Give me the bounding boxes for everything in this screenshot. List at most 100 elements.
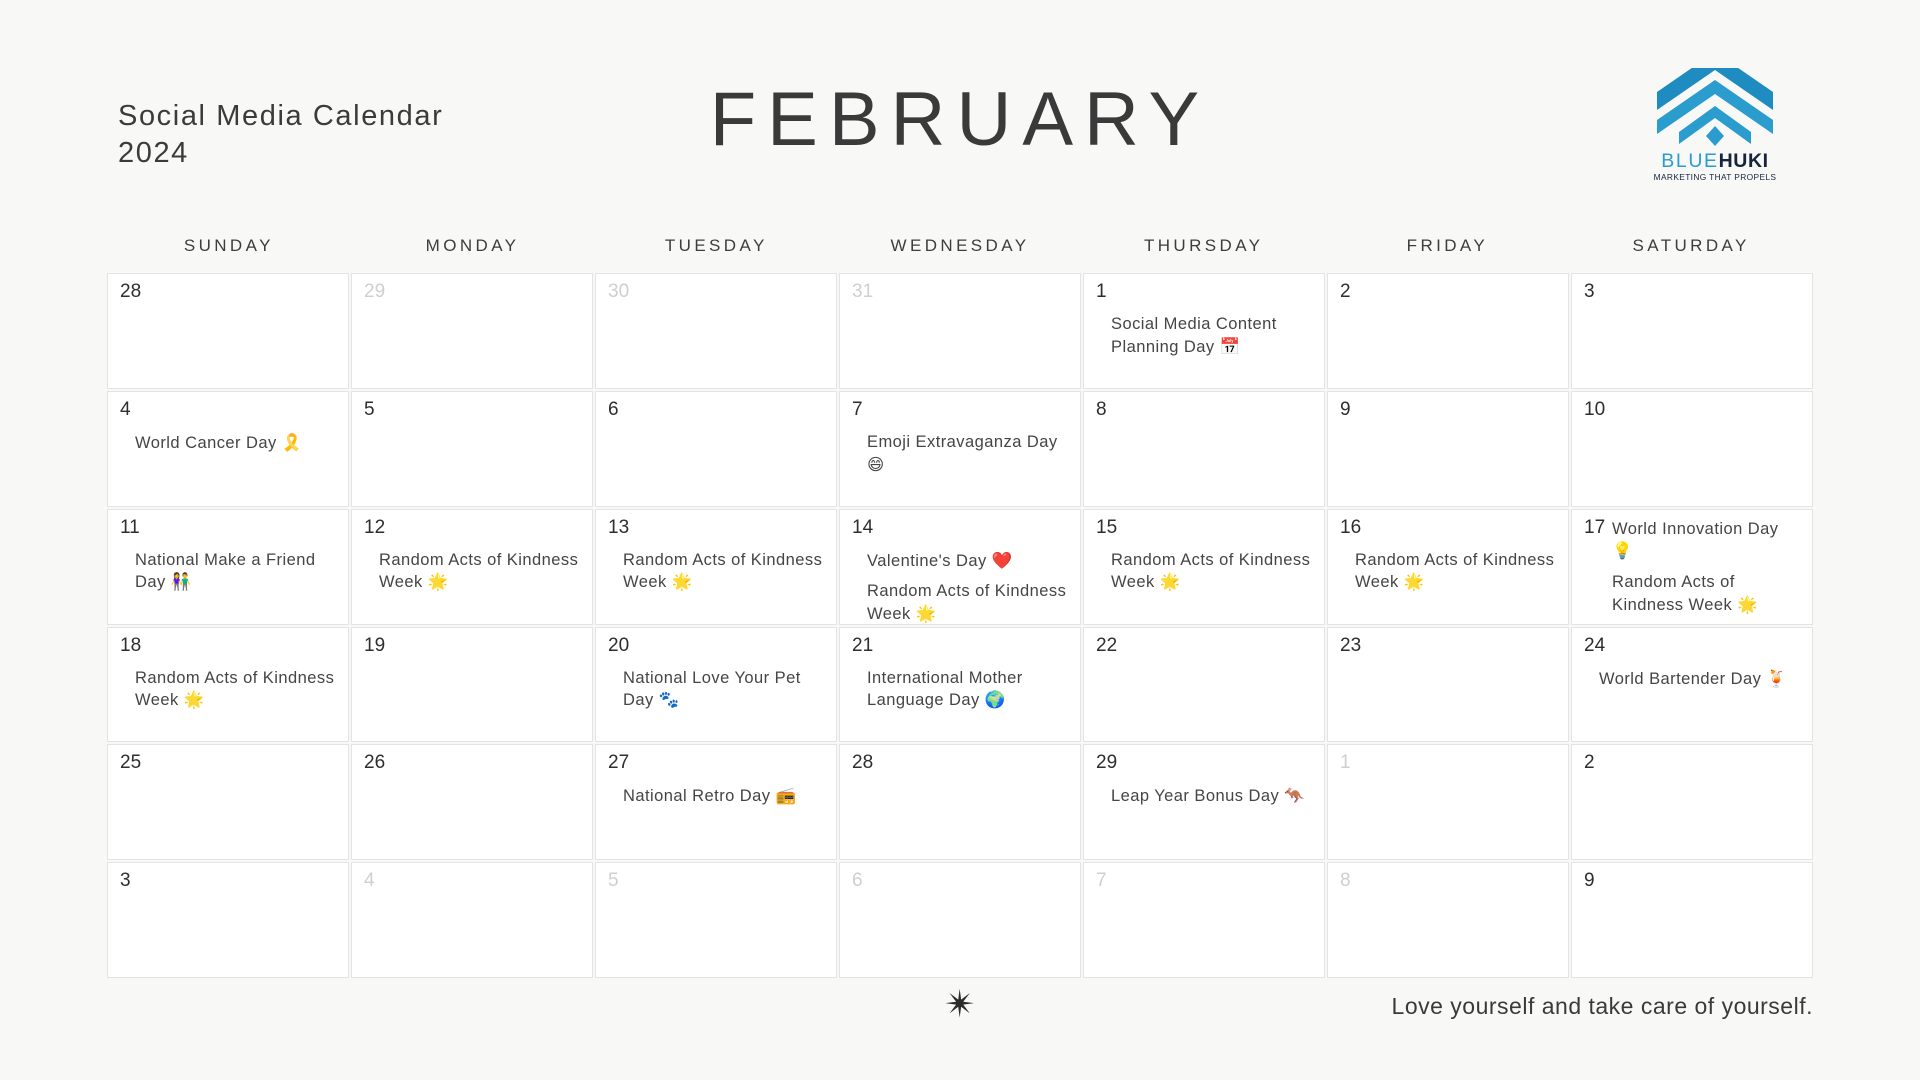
day-number: 8 (1340, 870, 1351, 892)
event-item[interactable]: Random Acts of Kindness Week 🌟 (379, 550, 582, 595)
day-cell[interactable]: 26 (351, 744, 593, 861)
bluehuki-logo: BLUEHUKI MARKETING THAT PROPELS (1640, 68, 1790, 188)
event-item[interactable]: World Innovation Day 💡 (1612, 519, 1802, 564)
day-cell[interactable]: 9 (1327, 390, 1569, 507)
day-cell[interactable]: 4 World Cancer Day 🎗️ (107, 390, 349, 507)
event-label: Emoji Extravaganza Day (867, 432, 1058, 451)
kangaroo-emoji: 🦘 (1284, 786, 1306, 806)
chevron-logo-icon (1657, 68, 1773, 146)
day-cell[interactable]: 8 (1327, 862, 1569, 978)
event-item[interactable]: World Bartender Day 🍹 (1599, 668, 1802, 691)
event-item[interactable]: National Retro Day 📻 (623, 785, 826, 808)
day-cell[interactable]: 18 Random Acts of Kindness Week 🌟 (107, 626, 349, 743)
event-item[interactable]: International Mother Language Day 🌍 (867, 668, 1070, 713)
day-cell[interactable]: 3 (107, 862, 349, 978)
day-cell[interactable]: 28 (107, 273, 349, 389)
day-cell[interactable]: 6 (839, 862, 1081, 978)
day-number: 2 (1340, 281, 1351, 302)
event-item[interactable]: Random Acts of Kindness Week 🌟 (623, 550, 826, 595)
day-cell[interactable]: 23 (1327, 626, 1569, 743)
day-events: National Love Your Pet Day 🐾 (623, 668, 826, 713)
day-cell[interactable]: 29 (351, 273, 593, 389)
day-number: 2 (1584, 752, 1595, 774)
day-cell[interactable]: 10 (1571, 390, 1813, 507)
day-cell[interactable]: 2 (1327, 273, 1569, 389)
day-cell[interactable]: 5 (595, 862, 837, 978)
red-heart-emoji: ❤️ (991, 550, 1013, 570)
day-number: 9 (1584, 870, 1595, 892)
event-item[interactable]: Leap Year Bonus Day 🦘 (1111, 785, 1314, 808)
event-label: Random Acts of Kindness Week (1111, 550, 1311, 592)
day-cell[interactable]: 31 (839, 273, 1081, 389)
day-cell[interactable]: 7 Emoji Extravaganza Day 😄 (839, 390, 1081, 507)
tropical-drink-emoji: 🍹 (1766, 668, 1788, 688)
day-cell[interactable]: 13 Random Acts of Kindness Week 🌟 (595, 508, 837, 625)
day-cell[interactable]: 21 International Mother Language Day 🌍 (839, 626, 1081, 743)
weekday-label-tuesday: TUESDAY (664, 236, 768, 255)
event-label: World Bartender Day (1599, 669, 1762, 688)
day-events: National Retro Day 📻 (623, 785, 826, 808)
event-item[interactable]: Random Acts of Kindness Week 🌟 (1355, 550, 1558, 595)
day-cell[interactable]: 22 (1083, 626, 1325, 743)
event-item[interactable]: World Cancer Day 🎗️ (135, 432, 338, 455)
day-cell[interactable]: 19 (351, 626, 593, 743)
event-item[interactable]: Random Acts of Kindness Week 🌟 (1111, 550, 1314, 595)
day-number: 17 (1584, 516, 1606, 538)
day-cell[interactable]: 24 World Bartender Day 🍹 (1571, 626, 1813, 743)
day-events: Random Acts of Kindness Week 🌟 (623, 550, 826, 595)
event-label: Leap Year Bonus Day (1111, 787, 1280, 806)
day-cell[interactable]: 3 (1571, 273, 1813, 389)
weekday-label-thursday: THURSDAY (1143, 236, 1264, 255)
day-cell[interactable]: 11 National Make a Friend Day 👫 (107, 508, 349, 625)
radio-emoji: 📻 (775, 786, 797, 806)
day-cell[interactable]: 7 (1083, 862, 1325, 978)
day-number: 28 (852, 752, 874, 774)
event-item[interactable]: National Love Your Pet Day 🐾 (623, 668, 826, 713)
event-label: World Cancer Day (135, 433, 277, 452)
day-number: 21 (852, 634, 874, 656)
event-label: National Love Your Pet Day (623, 668, 801, 710)
day-cell[interactable]: 1 Social Media Content Planning Day 📅 (1083, 273, 1325, 389)
day-cell[interactable]: 2 (1571, 744, 1813, 861)
day-cell[interactable]: 12 Random Acts of Kindness Week 🌟 (351, 508, 593, 625)
month-title: FEBRUARY (709, 77, 1211, 162)
day-cell[interactable]: 27 National Retro Day 📻 (595, 744, 837, 861)
day-cell[interactable]: 20 National Love Your Pet Day 🐾 (595, 626, 837, 743)
day-events: Social Media Content Planning Day 📅 (1111, 314, 1314, 359)
day-cell[interactable]: 17 World Innovation Day 💡 Random Acts of K… (1571, 508, 1813, 625)
day-number: 1 (1096, 281, 1107, 302)
day-number: 5 (364, 398, 375, 420)
day-number: 18 (120, 634, 142, 656)
day-number: 9 (1340, 398, 1351, 420)
event-item[interactable]: Random Acts of Kindness Week 🌟 (1612, 572, 1802, 617)
day-cell[interactable]: 8 (1083, 390, 1325, 507)
day-cell[interactable]: 9 (1571, 862, 1813, 978)
day-number: 3 (1584, 281, 1595, 302)
day-cell[interactable]: 1 (1327, 744, 1569, 861)
day-cell[interactable]: 30 (595, 273, 837, 389)
day-cell[interactable]: 14 Valentine's Day ❤️ Random Acts of Kindn… (839, 508, 1081, 625)
event-item[interactable]: Valentine's Day ❤️ (867, 550, 1070, 573)
day-cell[interactable]: 29 Leap Year Bonus Day 🦘 (1083, 744, 1325, 861)
day-cell[interactable]: 28 (839, 744, 1081, 861)
day-cell[interactable]: 15 Random Acts of Kindness Week 🌟 (1083, 508, 1325, 625)
day-cell[interactable]: 4 (351, 862, 593, 978)
logo-tagline: MARKETING THAT PROPELS (1653, 172, 1777, 182)
day-cell[interactable]: 25 (107, 744, 349, 861)
day-events: Random Acts of Kindness Week 🌟 (1355, 550, 1558, 595)
day-cell[interactable]: 5 (351, 390, 593, 507)
event-item[interactable]: Random Acts of Kindness Week 🌟 (867, 581, 1070, 623)
day-cell[interactable]: 16 Random Acts of Kindness Week 🌟 (1327, 508, 1569, 625)
day-events: Emoji Extravaganza Day 😄 (867, 432, 1070, 477)
event-item[interactable]: Social Media Content Planning Day 📅 (1111, 314, 1314, 359)
event-item[interactable]: Emoji Extravaganza Day 😄 (867, 432, 1070, 477)
day-number: 27 (608, 752, 630, 774)
event-item[interactable]: Random Acts of Kindness Week 🌟 (135, 668, 338, 713)
day-number: 7 (1096, 870, 1107, 892)
event-item[interactable]: National Make a Friend Day 👫 (135, 550, 338, 595)
day-number: 15 (1096, 516, 1118, 538)
day-number: 1 (1340, 752, 1351, 774)
day-cell[interactable]: 6 (595, 390, 837, 507)
day-number: 13 (608, 516, 630, 538)
day-events: National Make a Friend Day 👫 (135, 550, 338, 595)
